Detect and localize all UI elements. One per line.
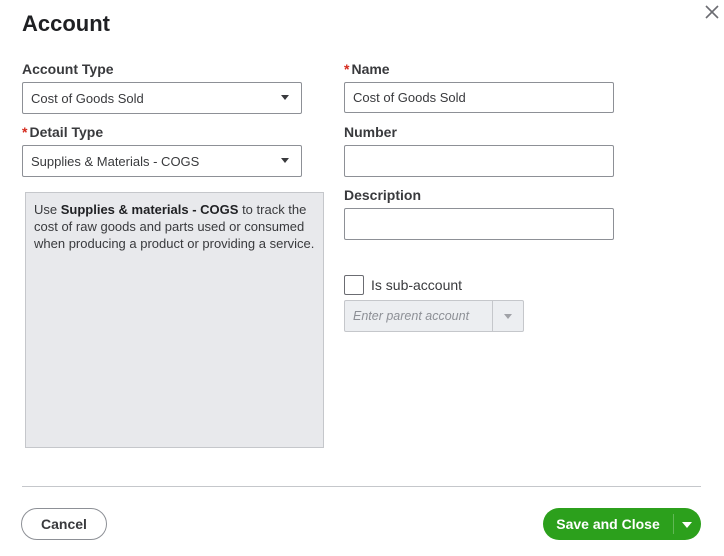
number-label: Number: [344, 124, 397, 140]
detail-type-label-text: Detail Type: [29, 124, 104, 140]
save-and-close-button[interactable]: Save and Close: [543, 508, 701, 540]
help-detail-type: Supplies & materials - COGS: [60, 202, 239, 217]
parent-account-select[interactable]: Enter parent account: [344, 300, 524, 332]
dialog-title: Account: [22, 11, 110, 36]
parent-account-placeholder: Enter parent account: [353, 309, 470, 323]
sub-account-checkbox[interactable]: [344, 275, 364, 295]
save-and-close-label[interactable]: Save and Close: [543, 508, 673, 540]
detail-type-select[interactable]: Supplies & Materials - COGS: [22, 145, 302, 177]
description-input[interactable]: [344, 208, 614, 240]
name-label-text: Name: [351, 61, 390, 77]
chevron-down-icon: [281, 158, 289, 163]
sub-account-label[interactable]: Is sub-account: [371, 277, 462, 293]
account-type-select[interactable]: Cost of Goods Sold: [22, 82, 302, 114]
close-icon[interactable]: [704, 4, 720, 20]
parent-account-divider: [492, 301, 493, 331]
detail-type-label: * Detail Type: [22, 124, 103, 140]
account-type-value: Cost of Goods Sold: [31, 90, 144, 106]
name-label: * Name: [344, 61, 390, 77]
detail-type-description: Use Supplies & materials - COGS to track…: [25, 192, 324, 448]
name-input[interactable]: [344, 82, 614, 113]
chevron-down-icon: [281, 95, 289, 100]
chevron-down-icon[interactable]: [682, 522, 692, 528]
required-marker: *: [22, 124, 28, 140]
number-input[interactable]: [344, 145, 614, 177]
account-type-label: Account Type: [22, 61, 114, 77]
help-prefix: Use: [34, 202, 61, 217]
required-marker: *: [344, 61, 350, 77]
cancel-button[interactable]: Cancel: [21, 508, 107, 540]
footer-divider: [22, 486, 701, 487]
save-split-divider: [673, 514, 674, 534]
description-label: Description: [344, 187, 422, 203]
chevron-down-icon: [504, 314, 512, 319]
detail-type-value: Supplies & Materials - COGS: [31, 153, 200, 169]
